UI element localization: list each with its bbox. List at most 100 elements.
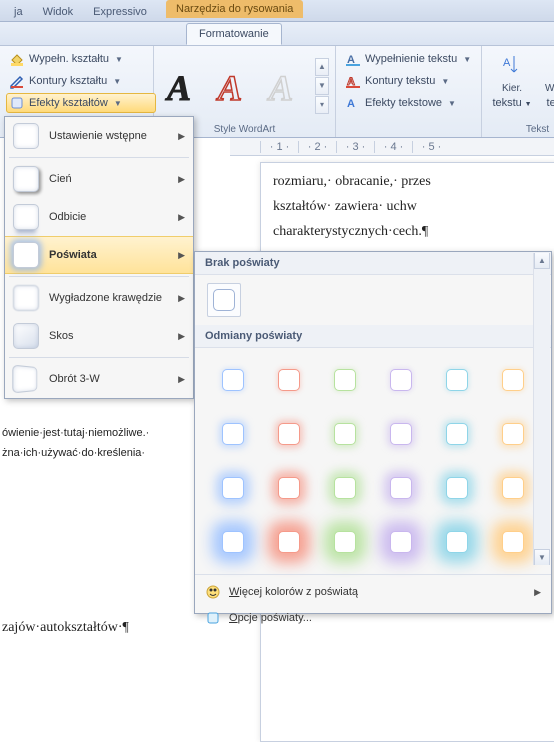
effect-thumb-icon xyxy=(13,323,39,349)
effects-menu-item-label: Cień xyxy=(49,173,72,185)
svg-text:A: A xyxy=(267,68,293,108)
scroll-down-icon[interactable]: ▼ xyxy=(534,549,550,565)
effects-menu-item[interactable]: Cień ▶ xyxy=(5,160,193,198)
contextual-tab-header: Narzędzia do rysowania xyxy=(166,0,303,18)
glow-swatch[interactable] xyxy=(433,464,481,512)
shape-effects-menu: Ustawienie wstępne▶Cień▶Odbicie▶Poświata… xyxy=(4,116,194,399)
effects-menu-item[interactable]: Obrót 3-W▶ xyxy=(5,360,193,398)
wordart-style-1[interactable]: A xyxy=(160,57,209,115)
gallery-more[interactable]: ▾ xyxy=(315,96,329,114)
text-fill-button[interactable]: A Wypełnienie tekstu ▼ xyxy=(342,49,482,69)
shape-outline-button[interactable]: Kontury kształtu ▼ xyxy=(6,71,156,91)
effects-menu-item[interactable]: Odbicie▶ xyxy=(5,198,193,236)
text-direction-button[interactable]: A Kier. tekstu ▼ xyxy=(488,49,536,122)
color-wheel-icon xyxy=(205,584,221,600)
chevron-right-icon: ▶ xyxy=(178,293,185,304)
effects-menu-item[interactable]: Poświata ▶ xyxy=(5,236,193,274)
glow-swatch[interactable] xyxy=(489,356,537,404)
glow-swatch[interactable] xyxy=(265,410,313,458)
svg-text:A: A xyxy=(165,68,191,108)
glow-none-swatch[interactable] xyxy=(207,283,241,317)
text-outline-button[interactable]: A Kontury tekstu ▼ xyxy=(342,71,482,91)
text-effects-button[interactable]: A Efekty tekstowe ▼ xyxy=(342,93,482,113)
glow-variants-title: Odmiany poświaty xyxy=(195,325,551,348)
wordart-style-3[interactable]: A xyxy=(262,57,311,115)
effects-menu-item-label: Odbicie xyxy=(49,211,86,223)
effects-menu-item[interactable]: Skos ▶ xyxy=(5,317,193,355)
align-text-button[interactable]: Wyrówn tekst ▼ xyxy=(539,49,554,122)
menu-separator xyxy=(9,276,189,277)
effects-menu-item-label: Obrót 3-W xyxy=(49,373,100,385)
shape-effects-label: Efekty kształtów xyxy=(29,97,108,109)
tab-ja[interactable]: ja xyxy=(4,3,33,21)
effects-menu-item[interactable]: Wygładzone krawędzie ▶ xyxy=(5,279,193,317)
text-outline-icon: A xyxy=(345,73,361,89)
glow-swatch[interactable] xyxy=(489,410,537,458)
text-direction-icon: A xyxy=(500,52,524,80)
glow-swatch[interactable] xyxy=(377,410,425,458)
gallery-scroll-down[interactable]: ▼ xyxy=(315,77,329,95)
shape-effects-icon xyxy=(9,95,25,111)
glow-swatch[interactable] xyxy=(489,464,537,512)
glow-swatch[interactable] xyxy=(321,356,369,404)
horizontal-ruler[interactable]: · 1 ·· 2 ·· 3 ·· 4 ·· 5 · xyxy=(230,138,554,156)
glow-swatch[interactable] xyxy=(489,518,537,566)
glow-swatch[interactable] xyxy=(433,410,481,458)
glow-swatch[interactable] xyxy=(377,464,425,512)
wordart-style-2[interactable]: A xyxy=(211,57,260,115)
more-glow-colors-label: Więcej kolorów z poświatą xyxy=(229,586,358,598)
glow-swatch[interactable] xyxy=(321,518,369,566)
chevron-right-icon: ▶ xyxy=(178,331,185,342)
dropdown-caret-icon: ▼ xyxy=(114,99,122,108)
glow-swatch[interactable] xyxy=(265,518,313,566)
shape-outline-label: Kontury kształtu xyxy=(29,75,107,87)
window-tabbar: ja Widok Expressivo Narzędzia do rysowan… xyxy=(0,0,554,22)
glow-swatch[interactable] xyxy=(209,464,257,512)
glow-swatch[interactable] xyxy=(265,464,313,512)
glow-swatch[interactable] xyxy=(321,464,369,512)
glow-variants-grid xyxy=(195,348,551,574)
glow-swatch[interactable] xyxy=(209,518,257,566)
dropdown-caret-icon: ▼ xyxy=(448,99,456,108)
group-text-fx: A Wypełnienie tekstu ▼ A Kontury tekstu … xyxy=(336,46,482,137)
glow-swatch[interactable] xyxy=(377,518,425,566)
tab-expressivo[interactable]: Expressivo xyxy=(83,3,157,21)
doc-line: żna·ich·używać·do·kreślenia· xyxy=(2,444,224,464)
glow-options-icon xyxy=(205,610,221,626)
scroll-up-icon[interactable]: ▲ xyxy=(534,253,550,269)
flyout-scrollbar[interactable]: ▲ ▼ xyxy=(533,253,550,565)
glow-options-label: Opcje poświaty... xyxy=(229,612,312,624)
doc-line: kształtów· zawiera· uchw xyxy=(273,194,554,219)
glow-swatch[interactable] xyxy=(433,518,481,566)
dropdown-caret-icon: ▼ xyxy=(115,55,123,64)
glow-swatch[interactable] xyxy=(433,356,481,404)
effect-thumb-icon xyxy=(13,204,39,230)
effects-menu-item-label: Wygładzone krawędzie xyxy=(49,292,162,304)
text-fill-label: Wypełnienie tekstu xyxy=(365,53,457,65)
svg-text:A: A xyxy=(347,98,355,110)
glow-swatch[interactable] xyxy=(321,410,369,458)
effects-menu-item-label: Skos xyxy=(49,330,73,342)
effects-menu-item-label: Poświata xyxy=(49,249,97,261)
chevron-right-icon: ▶ xyxy=(178,174,185,185)
glow-options[interactable]: Opcje poświaty... xyxy=(195,605,551,631)
glow-swatch[interactable] xyxy=(209,356,257,404)
doc-fragment-bottom: zajów·autokształtów·¶ xyxy=(2,620,129,636)
shape-fill-button[interactable]: Wypełn. kształtu ▼ xyxy=(6,49,156,69)
text-effects-label: Efekty tekstowe xyxy=(365,97,442,109)
tab-widok[interactable]: Widok xyxy=(33,3,84,21)
more-glow-colors[interactable]: Więcej kolorów z poświatą ▶ xyxy=(195,579,551,605)
gallery-scroll-up[interactable]: ▲ xyxy=(315,58,329,76)
svg-text:A: A xyxy=(503,57,511,69)
effects-menu-item[interactable]: Ustawienie wstępne▶ xyxy=(5,117,193,155)
shape-effects-button[interactable]: Efekty kształtów ▼ xyxy=(6,93,156,113)
doc-line: ówienie·jest·tutaj·niemożliwe.· xyxy=(2,424,224,444)
glow-swatch[interactable] xyxy=(209,410,257,458)
glow-flyout-footer: Więcej kolorów z poświatą ▶ Opcje poświa… xyxy=(195,574,551,635)
glow-swatch[interactable] xyxy=(377,356,425,404)
glow-swatch[interactable] xyxy=(265,356,313,404)
effect-thumb-icon xyxy=(13,166,39,192)
chevron-right-icon: ▶ xyxy=(178,250,185,261)
tab-formatowanie[interactable]: Formatowanie xyxy=(186,23,282,45)
menu-separator xyxy=(9,357,189,358)
